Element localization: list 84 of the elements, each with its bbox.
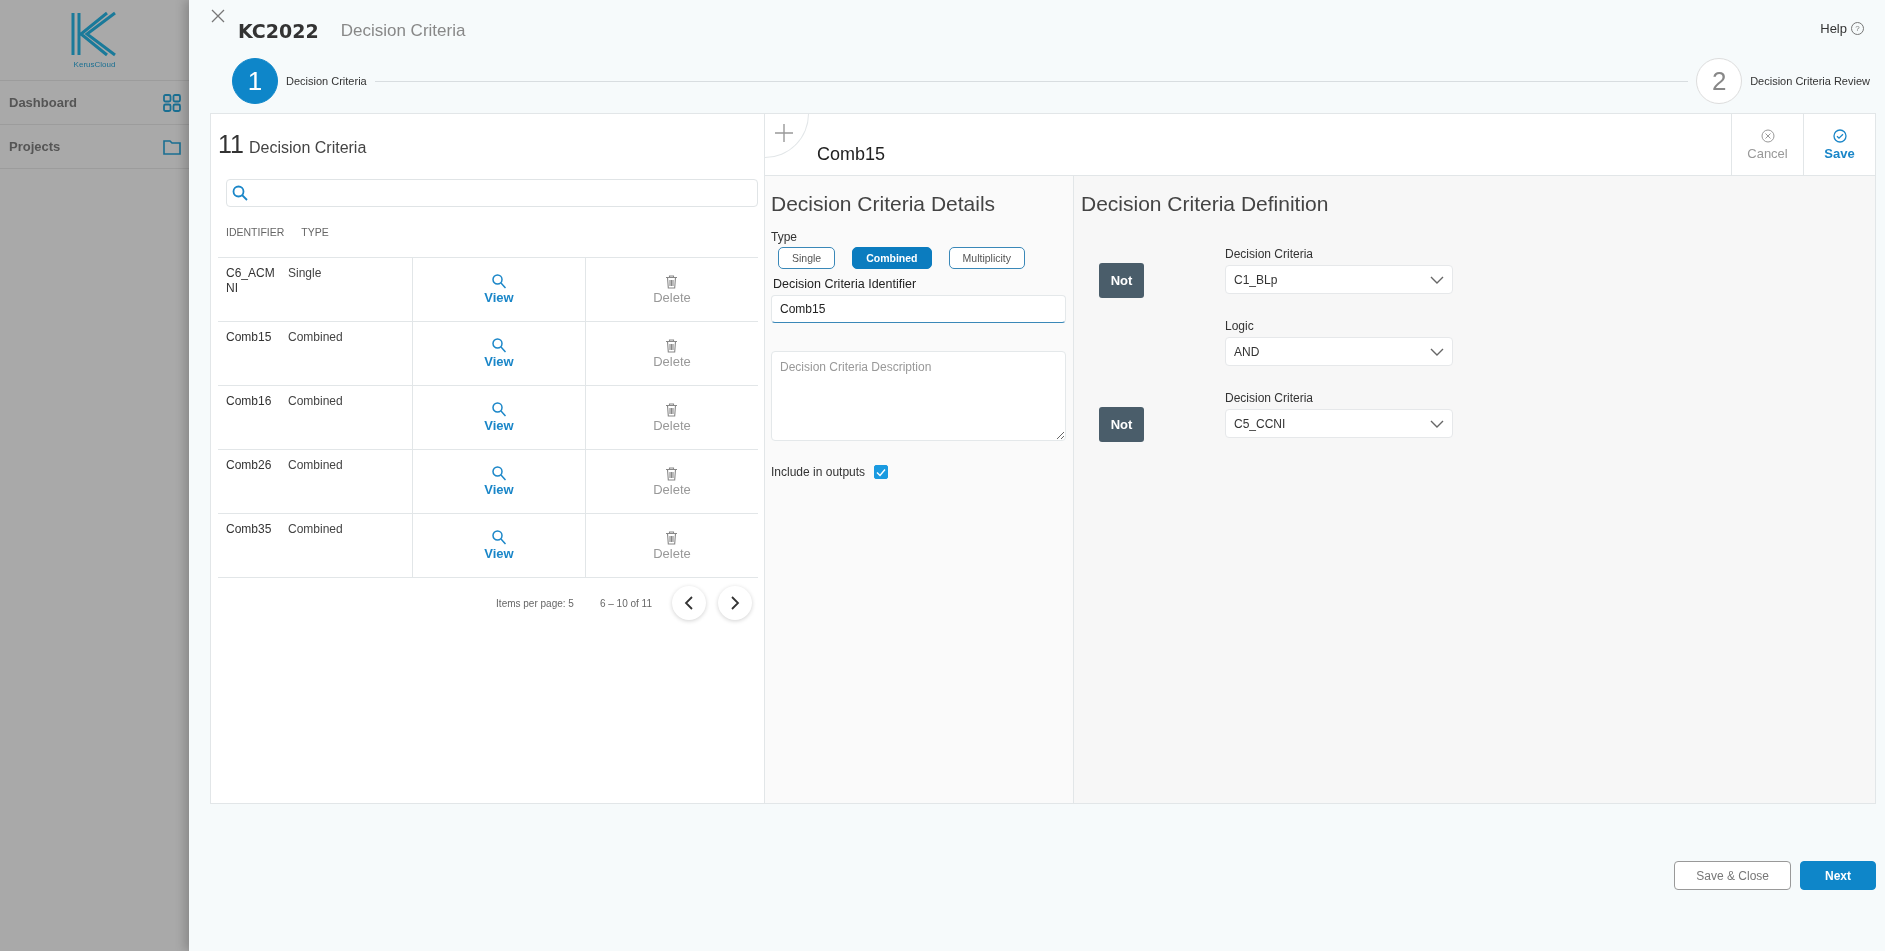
type-option[interactable]: Multiplicity bbox=[948, 247, 1025, 269]
chevron-down-icon bbox=[1430, 347, 1444, 356]
delete-button[interactable]: Delete bbox=[653, 274, 691, 305]
criteria-dropdown[interactable]: C5_CCNI bbox=[1225, 409, 1453, 438]
view-button[interactable]: View bbox=[484, 274, 514, 305]
delete-button[interactable]: Delete bbox=[653, 466, 691, 497]
panel-title: Decision Criteria bbox=[248, 139, 367, 157]
search-icon bbox=[492, 338, 506, 353]
field-label: Decision Criteria Identifier bbox=[773, 277, 918, 291]
search-field[interactable] bbox=[226, 179, 758, 207]
type-option[interactable]: Combined bbox=[852, 247, 932, 269]
type-option[interactable]: Single bbox=[778, 247, 836, 269]
next-page-button[interactable] bbox=[718, 586, 752, 620]
criteria-dropdown[interactable]: C1_BLp bbox=[1225, 265, 1453, 294]
chevron-right-icon bbox=[730, 596, 740, 610]
column-header: IDENTIFIER bbox=[226, 226, 285, 238]
trash-icon bbox=[665, 530, 679, 545]
search-icon bbox=[232, 185, 248, 201]
grid-icon bbox=[163, 93, 181, 112]
search-icon bbox=[492, 466, 506, 481]
column-header: TYPE bbox=[301, 226, 329, 238]
close-button[interactable] bbox=[210, 9, 226, 25]
page-range: 6 – 10 of 11 bbox=[599, 597, 652, 609]
view-button[interactable]: View bbox=[484, 338, 514, 369]
field-label: Logic bbox=[1225, 319, 1255, 333]
step-number[interactable]: 2 bbox=[1696, 58, 1743, 104]
delete-button[interactable]: Delete bbox=[653, 402, 691, 433]
table-cell: Combined bbox=[288, 330, 343, 344]
criteria-count: 11 bbox=[218, 130, 244, 159]
delete-button[interactable]: Delete bbox=[653, 530, 691, 561]
view-button[interactable]: View bbox=[484, 466, 514, 497]
field-label: Decision Criteria bbox=[1225, 391, 1315, 405]
plus-icon bbox=[773, 122, 794, 143]
field-label: Decision Criteria bbox=[1225, 247, 1315, 261]
table-cell: Comb26 bbox=[226, 458, 272, 472]
logo-text: KerusCloud bbox=[73, 60, 116, 69]
close-icon bbox=[211, 9, 225, 23]
sidebar-label[interactable]: Dashboard bbox=[9, 95, 77, 110]
sidebar-label[interactable]: Projects bbox=[9, 139, 61, 154]
trash-icon bbox=[665, 466, 679, 481]
trash-icon bbox=[665, 274, 679, 289]
search-icon bbox=[492, 274, 506, 289]
check-circle-icon bbox=[1832, 128, 1847, 143]
help-button[interactable]: Help ? bbox=[1814, 20, 1870, 37]
table-cell: Combined bbox=[288, 394, 343, 408]
project-title: KC2022 bbox=[238, 20, 319, 42]
dialog-title: Decision Criteria bbox=[340, 21, 466, 41]
table-cell: Combined bbox=[288, 522, 343, 536]
step-label[interactable]: Decision Criteria bbox=[286, 75, 367, 87]
trash-icon bbox=[665, 402, 679, 417]
next-button[interactable]: Next bbox=[1800, 861, 1876, 890]
trash-icon bbox=[665, 338, 679, 353]
field-label: Type bbox=[771, 230, 798, 244]
include-checkbox[interactable] bbox=[874, 465, 889, 479]
criteria-name: Comb15 bbox=[817, 144, 886, 165]
items-per-page: Items per page: 5 bbox=[496, 597, 574, 609]
view-button[interactable]: View bbox=[484, 402, 514, 433]
search-icon bbox=[492, 402, 506, 417]
section-title: Decision Criteria Definition bbox=[1081, 192, 1330, 216]
chevron-left-icon bbox=[684, 596, 694, 610]
table-cell: Comb35 bbox=[226, 522, 272, 536]
chevron-down-icon bbox=[1430, 419, 1444, 428]
table-cell: Combined bbox=[288, 458, 343, 472]
previous-page-button[interactable] bbox=[672, 586, 706, 620]
chevron-down-icon bbox=[1430, 275, 1444, 284]
save-close-button[interactable]: Save & Close bbox=[1674, 861, 1791, 890]
checkbox-label: Include in outputs bbox=[771, 465, 866, 479]
not-button[interactable]: Not bbox=[1099, 407, 1144, 442]
not-button[interactable]: Not bbox=[1099, 263, 1144, 298]
view-button[interactable]: View bbox=[484, 530, 514, 561]
step-number[interactable]: 1 bbox=[232, 58, 278, 104]
table-cell: Single bbox=[288, 266, 322, 280]
close-circle-icon bbox=[1760, 128, 1775, 143]
section-title: Decision Criteria Details bbox=[771, 192, 997, 216]
folder-icon bbox=[163, 138, 181, 155]
search-icon bbox=[492, 530, 506, 545]
table-cell: Comb15 bbox=[226, 330, 272, 344]
table-cell: Comb16 bbox=[226, 394, 272, 408]
delete-button[interactable]: Delete bbox=[653, 338, 691, 369]
description-field[interactable]: Decision Criteria Description bbox=[771, 351, 1066, 441]
identifier-field[interactable]: Comb15 bbox=[771, 295, 1066, 323]
logic-dropdown[interactable]: AND bbox=[1225, 337, 1453, 366]
step-label[interactable]: Decision Criteria Review bbox=[1750, 75, 1870, 87]
table-cell: C6_ACMNI bbox=[226, 266, 275, 295]
